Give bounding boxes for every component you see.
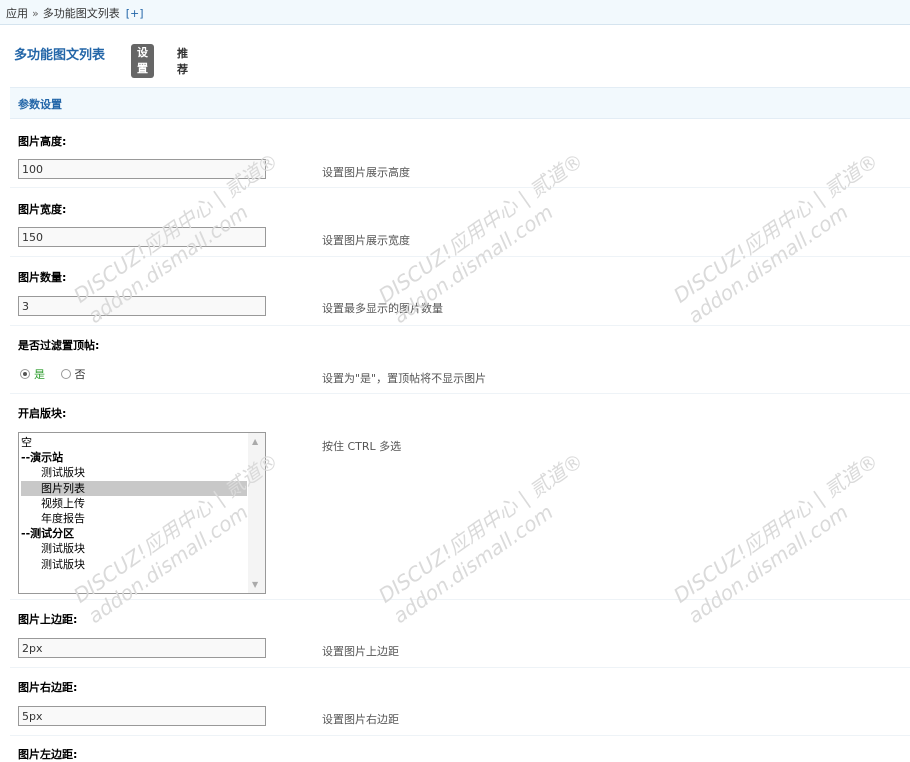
block-option[interactable]: 视频上传 <box>21 496 247 511</box>
page-title: 多功能图文列表 <box>14 48 106 63</box>
scroll-up-icon[interactable]: ▲ <box>252 437 258 446</box>
tab-recommend[interactable]: 推荐 <box>177 45 188 77</box>
row-divider <box>10 735 910 736</box>
margin-top-tip: 设置图片上边距 <box>322 645 399 658</box>
listbox-scrollbar[interactable]: ▲ ▼ <box>248 433 265 593</box>
watermark-line1: DISCUZ!应用中心 | 贰道® <box>669 148 883 308</box>
filter-sticky-tip: 设置为"是"，置顶帖将不显示图片 <box>322 372 487 385</box>
block-option[interactable]: 年度报告 <box>21 511 247 526</box>
margin-top-input[interactable] <box>18 638 266 658</box>
filter-sticky-no-label: 否 <box>74 368 86 381</box>
enable-blocks-options: 空 --演示站 测试版块 图片列表 视频上传 年度报告 --测试分区 测试版块 … <box>21 435 247 572</box>
row-divider <box>10 599 910 600</box>
row-divider <box>10 256 910 257</box>
block-option[interactable]: 测试版块 <box>21 465 247 480</box>
breadcrumb-root[interactable]: 应用 <box>6 7 28 20</box>
img-height-input[interactable] <box>18 159 266 179</box>
block-group-demo-site[interactable]: --演示站 <box>21 450 247 465</box>
block-option-selected[interactable]: 图片列表 <box>21 480 247 496</box>
row-divider <box>10 667 910 668</box>
img-width-label: 图片宽度: <box>18 203 67 216</box>
watermark-line1: DISCUZ!应用中心 | 贰道® <box>374 448 588 608</box>
margin-right-input[interactable] <box>18 706 266 726</box>
scroll-down-icon[interactable]: ▼ <box>252 580 258 589</box>
radio-unselected-icon[interactable] <box>60 369 71 379</box>
watermark-line1: DISCUZ!应用中心 | 贰道® <box>669 448 883 608</box>
img-width-input[interactable] <box>18 227 266 247</box>
img-height-tip: 设置图片展示高度 <box>322 166 410 179</box>
block-option-empty[interactable]: 空 <box>21 435 247 450</box>
breadcrumb: 应用 » 多功能图文列表 [+] <box>0 0 910 25</box>
watermark-line2: addon.dismall.com <box>683 199 853 329</box>
filter-sticky-no-option[interactable]: 否 <box>60 366 86 382</box>
filter-sticky-yes-option[interactable]: 是 <box>20 366 45 382</box>
watermark-line2: addon.dismall.com <box>388 499 558 629</box>
breadcrumb-separator: » <box>32 7 39 20</box>
filter-sticky-label: 是否过滤置顶帖: <box>18 339 100 352</box>
radio-selected-icon[interactable] <box>20 369 30 379</box>
img-count-label: 图片数量: <box>18 271 67 284</box>
margin-left-label: 图片左边距: <box>18 748 78 761</box>
enable-blocks-select[interactable]: 空 --演示站 测试版块 图片列表 视频上传 年度报告 --测试分区 测试版块 … <box>18 432 266 594</box>
img-height-label: 图片高度: <box>18 135 67 148</box>
filter-sticky-radio-group: 是 否 <box>20 366 98 382</box>
watermark: DISCUZ!应用中心 | 贰道® addon.dismall.com <box>667 445 897 628</box>
add-shortcut-button[interactable]: [+] <box>126 7 144 20</box>
margin-right-tip: 设置图片右边距 <box>322 713 399 726</box>
row-divider <box>10 325 910 326</box>
tab-settings[interactable]: 设置 <box>131 44 154 78</box>
margin-right-label: 图片右边距: <box>18 681 78 694</box>
img-count-input[interactable] <box>18 296 266 316</box>
filter-sticky-yes-label: 是 <box>34 368 45 381</box>
section-title: 参数设置 <box>10 87 910 119</box>
enable-blocks-tip: 按住 CTRL 多选 <box>322 440 402 453</box>
img-count-tip: 设置最多显示的图片数量 <box>322 302 443 315</box>
row-divider <box>10 393 910 394</box>
img-width-tip: 设置图片展示宽度 <box>322 234 410 247</box>
block-group-test-zone[interactable]: --测试分区 <box>21 526 247 541</box>
block-option[interactable]: 测试版块 <box>21 557 247 572</box>
watermark: DISCUZ!应用中心 | 贰道® addon.dismall.com <box>372 445 602 628</box>
enable-blocks-label: 开启版块: <box>18 407 67 420</box>
margin-top-label: 图片上边距: <box>18 613 78 626</box>
row-divider <box>10 187 910 188</box>
watermark: DISCUZ!应用中心 | 贰道® addon.dismall.com <box>667 145 897 328</box>
watermark-line2: addon.dismall.com <box>683 499 853 629</box>
block-option[interactable]: 测试版块 <box>21 541 247 556</box>
breadcrumb-current[interactable]: 多功能图文列表 <box>43 7 120 20</box>
